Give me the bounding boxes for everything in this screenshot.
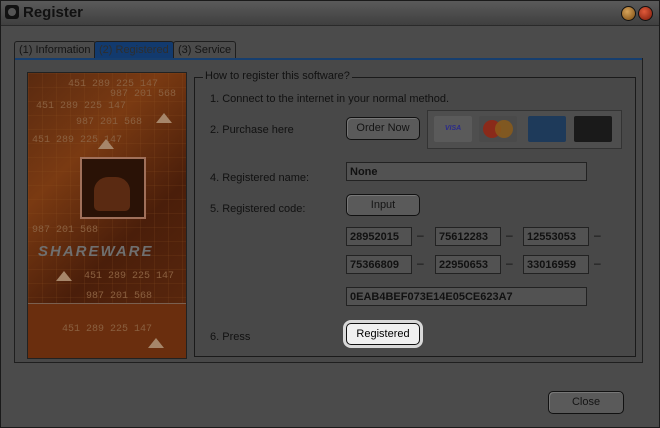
mastercard-icon — [479, 116, 517, 142]
jcb-card-icon — [574, 116, 612, 142]
code-separator: – — [594, 228, 601, 242]
code-separator: – — [417, 228, 424, 242]
banner-number: 987 201 568 — [110, 89, 177, 100]
code-separator: – — [506, 256, 513, 270]
person-photo — [80, 157, 146, 219]
banner-number: 987 201 568 — [32, 225, 99, 236]
banner-number: 451 289 225 147 — [62, 324, 153, 335]
title-bar[interactable]: Register — [1, 1, 659, 26]
banner-number: 451 289 225 147 — [36, 101, 127, 112]
order-now-button[interactable]: Order Now — [346, 117, 420, 140]
code-separator: – — [594, 256, 601, 270]
how-to-register-group: How to register this software? 1. Connec… — [194, 70, 636, 357]
visa-card-label: VISA — [444, 125, 462, 132]
input-code-button[interactable]: Input — [346, 194, 420, 216]
tab-panel-registered: 451 289 225 147 987 201 568 451 289 225 … — [14, 58, 643, 363]
tab-service[interactable]: (3) Service — [173, 41, 237, 58]
mastercard-yellow-circle — [495, 120, 513, 138]
code-separator: – — [417, 256, 424, 270]
arrow-up-icon — [98, 139, 114, 149]
code-field-5[interactable]: 22950653 — [435, 255, 501, 274]
step5-label: 5. Registered code: — [210, 203, 306, 215]
banner-number: 987 201 568 — [76, 117, 143, 128]
registered-name-field: None — [346, 162, 587, 181]
close-button[interactable]: Close — [548, 391, 624, 414]
shareware-logo-text: SHAREWARE — [38, 243, 154, 260]
group-legend: How to register this software? — [203, 70, 352, 82]
code-field-2[interactable]: 75612283 — [435, 227, 501, 246]
step1-label: 1. Connect to the internet in your norma… — [210, 93, 450, 105]
code-field-1[interactable]: 28952015 — [346, 227, 412, 246]
arrow-up-icon — [56, 271, 72, 281]
code-field-6[interactable]: 33016959 — [523, 255, 589, 274]
minimize-icon[interactable] — [621, 6, 636, 21]
app-icon — [5, 5, 19, 19]
close-icon[interactable] — [638, 6, 653, 21]
code-field-4[interactable]: 75366809 — [346, 255, 412, 274]
banner-number: 987 201 568 — [86, 291, 153, 302]
banner-bottom-panel: 451 289 225 147 — [28, 303, 186, 358]
arrow-up-icon — [148, 338, 164, 348]
code-separator: – — [506, 228, 513, 242]
tab-information[interactable]: (1) Information — [14, 41, 96, 58]
banner-number: 451 289 225 147 — [84, 271, 175, 282]
shareware-banner-image: 451 289 225 147 987 201 568 451 289 225 … — [27, 72, 187, 359]
register-window: Register (1) Information (2) Registered … — [0, 0, 660, 428]
tab-registered[interactable]: (2) Registered — [94, 41, 174, 59]
visa-card-icon: VISA — [434, 116, 472, 142]
step2-label: 2. Purchase here — [210, 124, 294, 136]
registered-button[interactable]: Registered — [346, 323, 420, 345]
amex-card-icon — [528, 116, 566, 142]
step6-label: 6. Press — [210, 331, 251, 343]
step4-label: 4. Registered name: — [210, 172, 310, 184]
registration-hash-field: 0EAB4BEF073E14E05CE623A7 — [346, 287, 587, 306]
payment-cards-strip: VISA — [427, 110, 622, 149]
arrow-up-icon — [156, 113, 172, 123]
window-title: Register — [23, 4, 84, 21]
code-field-3[interactable]: 12553053 — [523, 227, 589, 246]
